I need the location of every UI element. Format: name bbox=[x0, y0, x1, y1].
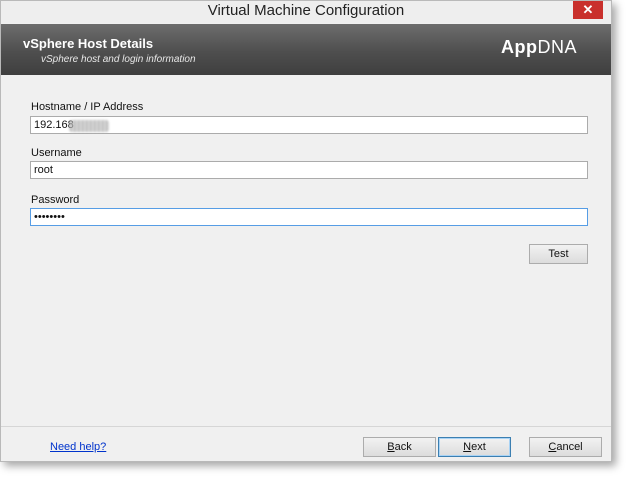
test-button-label: Test bbox=[548, 248, 569, 260]
window-title: Virtual Machine Configuration bbox=[207, 2, 405, 19]
header-banner: vSphere Host Details vSphere host and lo… bbox=[1, 24, 611, 75]
hostname-input[interactable] bbox=[30, 116, 588, 134]
password-label: Password bbox=[31, 194, 80, 206]
dialog-window: Virtual Machine Configuration ✕ vSphere … bbox=[0, 0, 612, 462]
cancel-button[interactable]: Cancel bbox=[529, 437, 602, 457]
next-accesskey: N bbox=[463, 441, 472, 453]
test-button[interactable]: Test bbox=[529, 244, 588, 264]
brand-bold: App bbox=[500, 37, 538, 57]
next-button[interactable]: Next bbox=[438, 437, 511, 457]
next-label: ext bbox=[471, 441, 486, 453]
hostname-label: Hostname / IP Address bbox=[31, 101, 144, 113]
need-help-link[interactable]: Need help? bbox=[50, 441, 106, 453]
username-input[interactable] bbox=[30, 161, 588, 179]
banner-title: vSphere Host Details bbox=[23, 36, 154, 51]
brand-regular: DNA bbox=[537, 37, 577, 57]
back-accesskey: B bbox=[387, 441, 395, 453]
cancel-label: ancel bbox=[556, 441, 583, 453]
username-label: Username bbox=[31, 147, 82, 159]
footer-divider bbox=[1, 426, 611, 427]
back-label: ack bbox=[394, 441, 412, 453]
appdna-logo: AppDNA bbox=[501, 37, 577, 58]
password-input[interactable] bbox=[30, 208, 588, 226]
banner-subtitle: vSphere host and login information bbox=[41, 54, 196, 65]
close-button[interactable]: ✕ bbox=[573, 1, 603, 19]
close-icon: ✕ bbox=[582, 2, 594, 17]
redacted-ip-blur bbox=[69, 120, 109, 132]
title-bar[interactable]: Virtual Machine Configuration ✕ bbox=[1, 1, 611, 23]
back-button[interactable]: Back bbox=[363, 437, 436, 457]
